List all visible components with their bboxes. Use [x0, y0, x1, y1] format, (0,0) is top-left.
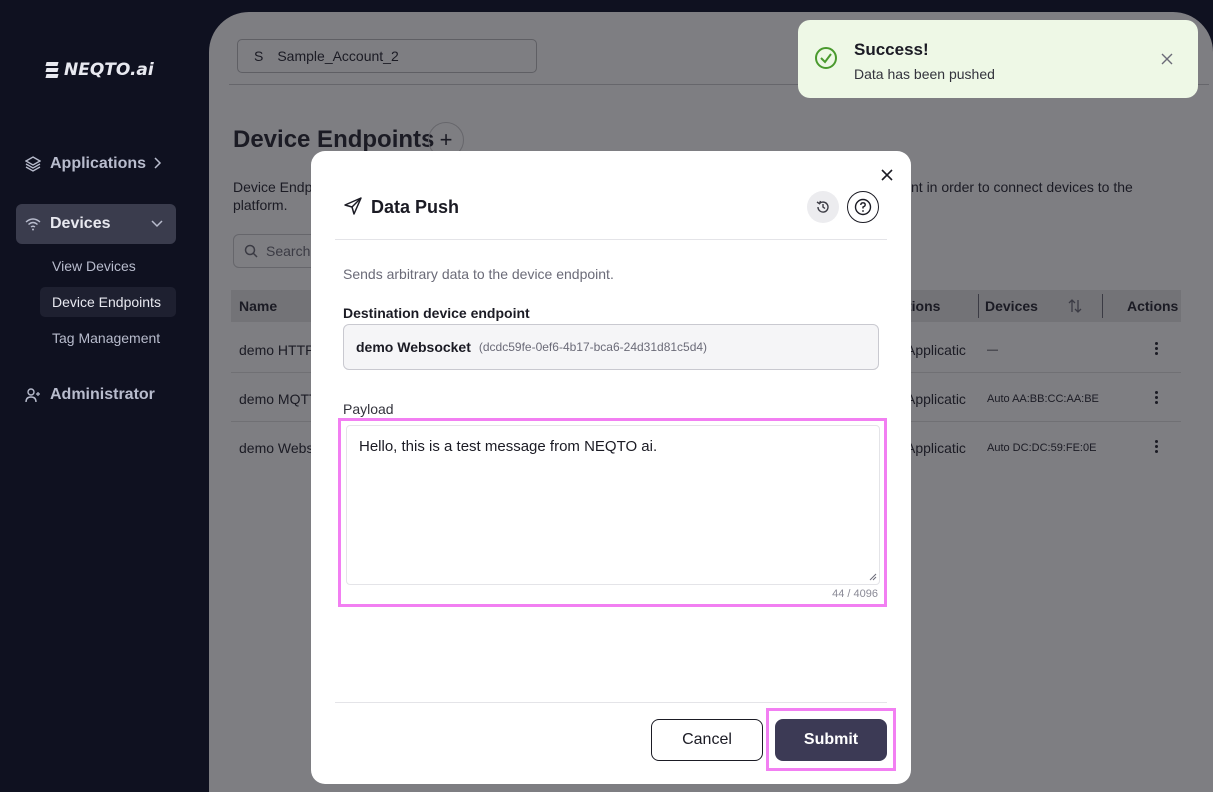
row-devices: Auto DC:DC:59:FE:0E — [987, 442, 1097, 454]
nav-applications-label: Applications — [50, 155, 147, 172]
history-icon — [816, 200, 829, 213]
more-icon[interactable] — [1155, 391, 1161, 406]
modal-title: Data Push — [371, 197, 460, 217]
nav-administrator[interactable]: Administrator — [16, 375, 176, 415]
data-push-modal: Data Push Sends arbitrary data to the de… — [311, 151, 911, 784]
destination-label: Destination device endpoint — [343, 305, 530, 321]
divider — [335, 239, 887, 240]
close-icon[interactable] — [1160, 52, 1174, 66]
row-devices: Auto AA:BB:CC:AA:BE — [987, 393, 1099, 405]
payload-textarea[interactable]: Hello, this is a test message from NEQTO… — [346, 425, 880, 585]
search-icon — [244, 244, 258, 258]
sort-icon[interactable] — [1067, 298, 1083, 314]
nav-devices-label: Devices — [50, 215, 111, 232]
success-toast: Success! Data has been pushed — [798, 20, 1198, 98]
char-counter: 44 / 4096 — [832, 588, 878, 600]
toast-message: Data has been pushed — [854, 66, 995, 82]
destination-endpoint-field[interactable]: demo Websocket (dcdc59fe-0ef6-4b17-bca6-… — [343, 324, 879, 370]
nav-applications[interactable]: Applications — [16, 144, 176, 184]
row-devices: — — [987, 344, 998, 356]
check-circle-icon — [815, 47, 837, 69]
sidebar-item-label: View Devices — [52, 258, 136, 274]
nav-administrator-label: Administrator — [50, 386, 155, 403]
history-button[interactable] — [807, 191, 839, 223]
nav-devices[interactable]: Devices — [16, 204, 176, 244]
divider — [335, 702, 887, 703]
destination-id: (dcdc59fe-0ef6-4b17-bca6-24d31d81c5d4) — [478, 340, 708, 354]
chevron-right-icon — [154, 157, 162, 169]
logo-text: NEQTO.ai — [64, 60, 154, 80]
search-placeholder: Search — [266, 243, 311, 259]
row-name[interactable]: demo MQTT — [239, 391, 318, 407]
help-button[interactable] — [847, 191, 879, 223]
sidebar-item-view-devices[interactable]: View Devices — [40, 251, 176, 281]
layers-icon — [24, 155, 42, 173]
column-separator — [978, 294, 979, 318]
wifi-icon — [24, 215, 42, 233]
toast-title: Success! — [854, 40, 929, 59]
more-icon[interactable] — [1155, 342, 1161, 357]
column-name[interactable]: Name — [239, 298, 277, 314]
account-selector[interactable]: S Sample_Account_2 — [237, 39, 537, 73]
account-name: Sample_Account_2 — [277, 48, 399, 64]
destination-name: demo Websocket — [356, 339, 471, 355]
page-title: Device Endpoints — [233, 126, 435, 153]
sidebar-item-tag-management[interactable]: Tag Management — [40, 323, 176, 353]
logo[interactable]: NEQTO.ai — [45, 60, 154, 80]
submit-highlight: Submit — [766, 708, 896, 771]
submit-button[interactable]: Submit — [775, 719, 887, 761]
cancel-button[interactable]: Cancel — [651, 719, 763, 761]
modal-description: Sends arbitrary data to the device endpo… — [343, 266, 614, 282]
sidebar-item-label: Tag Management — [52, 330, 161, 346]
column-devices[interactable]: Devices — [985, 298, 1038, 314]
close-icon[interactable] — [880, 168, 894, 182]
column-actions: Actions — [1127, 298, 1179, 314]
page-description-tail: nt in order to connect devices to the — [911, 179, 1133, 195]
logo-mark-icon — [45, 62, 59, 78]
column-applications[interactable]: tions — [907, 298, 940, 314]
column-separator — [1102, 294, 1103, 318]
account-initial: S — [254, 48, 264, 64]
more-icon[interactable] — [1155, 440, 1161, 455]
sidebar-item-device-endpoints[interactable]: Device Endpoints — [40, 287, 176, 317]
row-name[interactable]: demo HTTP — [239, 342, 314, 358]
send-icon — [344, 197, 362, 215]
question-circle-icon — [854, 198, 872, 216]
sidebar: NEQTO.ai Applications Devices View Devic… — [0, 0, 209, 792]
chevron-down-icon — [151, 220, 163, 228]
resize-handle-icon[interactable] — [869, 573, 877, 581]
payload-highlight: Hello, this is a test message from NEQTO… — [338, 418, 887, 607]
row-name[interactable]: demo Webs — [239, 440, 313, 456]
sidebar-item-label: Device Endpoints — [52, 294, 161, 310]
payload-label: Payload — [343, 401, 394, 417]
user-icon — [24, 386, 42, 404]
search-input[interactable]: Search — [233, 234, 323, 268]
